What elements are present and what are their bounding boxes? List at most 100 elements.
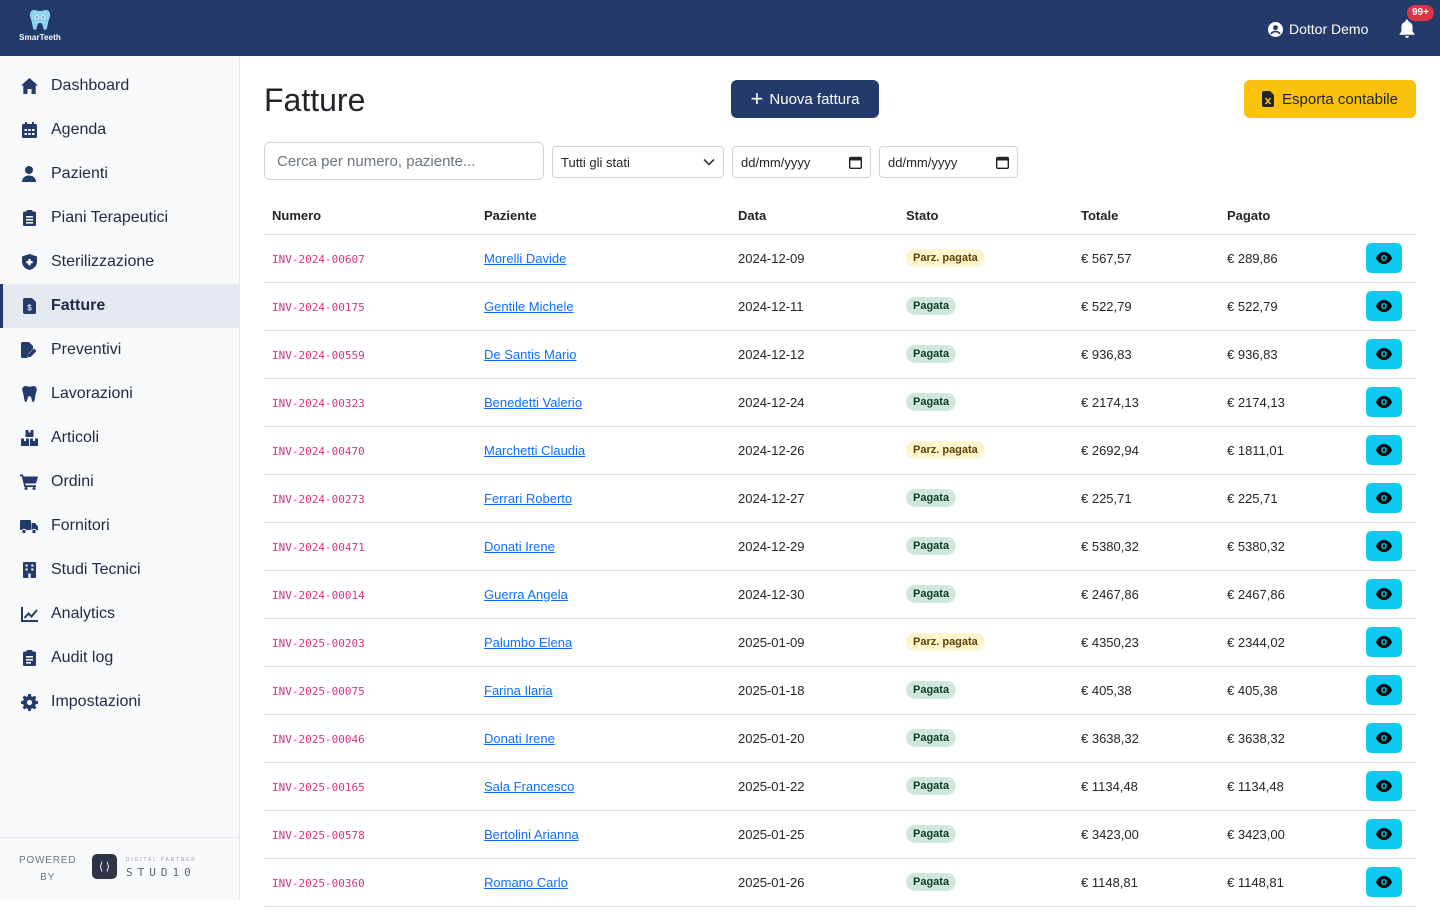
patient-link[interactable]: Guerra Angela — [484, 587, 568, 602]
invoice-number[interactable]: INV-2025-00165 — [272, 781, 365, 794]
invoice-number[interactable]: INV-2025-00203 — [272, 637, 365, 650]
invoice-number[interactable]: INV-2024-00014 — [272, 589, 365, 602]
patient-cell: Donati Irene — [476, 714, 730, 763]
column-header-data[interactable]: Data — [730, 198, 898, 235]
actions-cell — [1358, 618, 1416, 667]
view-invoice-button[interactable] — [1366, 339, 1402, 369]
total-amount: € 3638,32 — [1073, 714, 1219, 763]
sidebar-item-lavorazioni[interactable]: Lavorazioni — [0, 372, 239, 416]
table-row: INV-2025-00203 Palumbo Elena 2025-01-09 Par… — [264, 618, 1416, 667]
sidebar-item-fornitori[interactable]: Fornitori — [0, 504, 239, 548]
sidebar-item-piani-terapeutici[interactable]: Piani Terapeutici — [0, 196, 239, 240]
patient-link[interactable]: Farina Ilaria — [484, 683, 553, 698]
file-excel-icon — [1262, 91, 1275, 107]
paid-amount: € 1148,81 — [1219, 858, 1358, 907]
eye-icon — [1376, 684, 1392, 696]
patient-link[interactable]: Bertolini Arianna — [484, 827, 579, 842]
sidebar-item-analytics[interactable]: Analytics — [0, 592, 239, 636]
invoice-number[interactable]: INV-2024-00559 — [272, 349, 365, 362]
invoice-number[interactable]: INV-2024-00323 — [272, 397, 365, 410]
sidebar-item-ordini[interactable]: Ordini — [0, 460, 239, 504]
invoice-number[interactable]: INV-2024-00175 — [272, 301, 365, 314]
view-invoice-button[interactable] — [1366, 819, 1402, 849]
column-header-pagato[interactable]: Pagato — [1219, 198, 1358, 235]
invoice-date: 2025-01-22 — [730, 762, 898, 811]
eye-icon — [1376, 732, 1392, 744]
patient-link[interactable]: Marchetti Claudia — [484, 443, 585, 458]
powered-line: POWERED — [19, 855, 77, 866]
status-filter-select[interactable]: Tutti gli stati — [552, 146, 724, 178]
user-menu[interactable]: Dottor Demo — [1268, 19, 1368, 39]
sidebar-item-preventivi[interactable]: Preventivi — [0, 328, 239, 372]
sidebar-item-articoli[interactable]: Articoli — [0, 416, 239, 460]
patient-link[interactable]: Donati Irene — [484, 539, 555, 554]
invoice-number[interactable]: INV-2024-00471 — [272, 541, 365, 554]
user-name: Dottor Demo — [1289, 21, 1369, 37]
sidebar-item-fatture[interactable]: $ Fatture — [0, 284, 239, 328]
patient-link[interactable]: De Santis Mario — [484, 347, 576, 362]
invoice-number[interactable]: INV-2025-00046 — [272, 733, 365, 746]
invoice-number[interactable]: INV-2024-00607 — [272, 253, 365, 266]
sidebar-item-audit-log[interactable]: Audit log — [0, 636, 239, 680]
invoice-number-cell: INV-2024-00607 — [264, 234, 476, 283]
patient-link[interactable]: Sala Francesco — [484, 779, 574, 794]
patient-cell: De Santis Mario — [476, 330, 730, 379]
view-invoice-button[interactable] — [1366, 387, 1402, 417]
new-invoice-button[interactable]: + Nuova fattura — [731, 80, 879, 118]
search-input[interactable] — [264, 142, 544, 180]
date-from-input[interactable]: dd/mm/yyyy — [732, 146, 871, 178]
invoice-date: 2024-12-24 — [730, 378, 898, 427]
app-logo[interactable]: SmarTeeth — [14, 8, 66, 48]
paid-amount: € 1134,48 — [1219, 762, 1358, 811]
view-invoice-button[interactable] — [1366, 291, 1402, 321]
view-invoice-button[interactable] — [1366, 867, 1402, 897]
cart-icon — [20, 473, 38, 491]
total-amount: € 522,79 — [1073, 282, 1219, 331]
sidebar-item-impostazioni[interactable]: Impostazioni — [0, 680, 239, 724]
actions-cell — [1358, 810, 1416, 859]
column-header-stato[interactable]: Stato — [898, 198, 1073, 235]
view-invoice-button[interactable] — [1366, 531, 1402, 561]
sidebar-item-sterilizzazione[interactable]: Sterilizzazione — [0, 240, 239, 284]
actions-cell — [1358, 522, 1416, 571]
sidebar-item-agenda[interactable]: Agenda — [0, 108, 239, 152]
view-invoice-button[interactable] — [1366, 579, 1402, 609]
paid-amount: € 522,79 — [1219, 282, 1358, 331]
patient-link[interactable]: Gentile Michele — [484, 299, 574, 314]
patient-link[interactable]: Ferrari Roberto — [484, 491, 572, 506]
studio-logo-icon: ⟨⟩ — [92, 854, 117, 879]
view-invoice-button[interactable] — [1366, 483, 1402, 513]
notification-badge: 99+ — [1407, 5, 1434, 21]
table-row: INV-2024-00607 Morelli Davide 2024-12-09 Pa… — [264, 234, 1416, 283]
invoice-number[interactable]: INV-2025-00578 — [272, 829, 365, 842]
bell-icon[interactable] — [1398, 19, 1416, 39]
sidebar-item-pazienti[interactable]: Pazienti — [0, 152, 239, 196]
patient-link[interactable]: Morelli Davide — [484, 251, 566, 266]
invoice-number[interactable]: INV-2025-00075 — [272, 685, 365, 698]
column-header-paziente[interactable]: Paziente — [476, 198, 730, 235]
sidebar: Dashboard Agenda Pazienti Piani Terapeut… — [0, 56, 240, 900]
invoice-number[interactable]: INV-2024-00470 — [272, 445, 365, 458]
patient-link[interactable]: Palumbo Elena — [484, 635, 572, 650]
view-invoice-button[interactable] — [1366, 627, 1402, 657]
patient-link[interactable]: Romano Carlo — [484, 875, 568, 890]
date-to-input[interactable]: dd/mm/yyyy — [879, 146, 1018, 178]
tooth-logo-icon — [29, 10, 51, 30]
view-invoice-button[interactable] — [1366, 243, 1402, 273]
invoice-number[interactable]: INV-2025-00360 — [272, 877, 365, 890]
view-invoice-button[interactable] — [1366, 723, 1402, 753]
column-header-numero[interactable]: Numero — [264, 198, 476, 235]
export-accounting-button[interactable]: Esporta contabile — [1244, 80, 1416, 118]
sidebar-item-dashboard[interactable]: Dashboard — [0, 64, 239, 108]
view-invoice-button[interactable] — [1366, 675, 1402, 705]
column-header-totale[interactable]: Totale — [1073, 198, 1219, 235]
clipboard-icon — [20, 209, 38, 227]
date-from-value: dd/mm/yyyy — [741, 154, 811, 170]
patient-link[interactable]: Donati Irene — [484, 731, 555, 746]
patient-link[interactable]: Benedetti Valerio — [484, 395, 582, 410]
table-row: INV-2025-00075 Farina Ilaria 2025-01-18 Pag… — [264, 666, 1416, 715]
view-invoice-button[interactable] — [1366, 771, 1402, 801]
view-invoice-button[interactable] — [1366, 435, 1402, 465]
invoice-number[interactable]: INV-2024-00273 — [272, 493, 365, 506]
sidebar-item-studi-tecnici[interactable]: Studi Tecnici — [0, 548, 239, 592]
